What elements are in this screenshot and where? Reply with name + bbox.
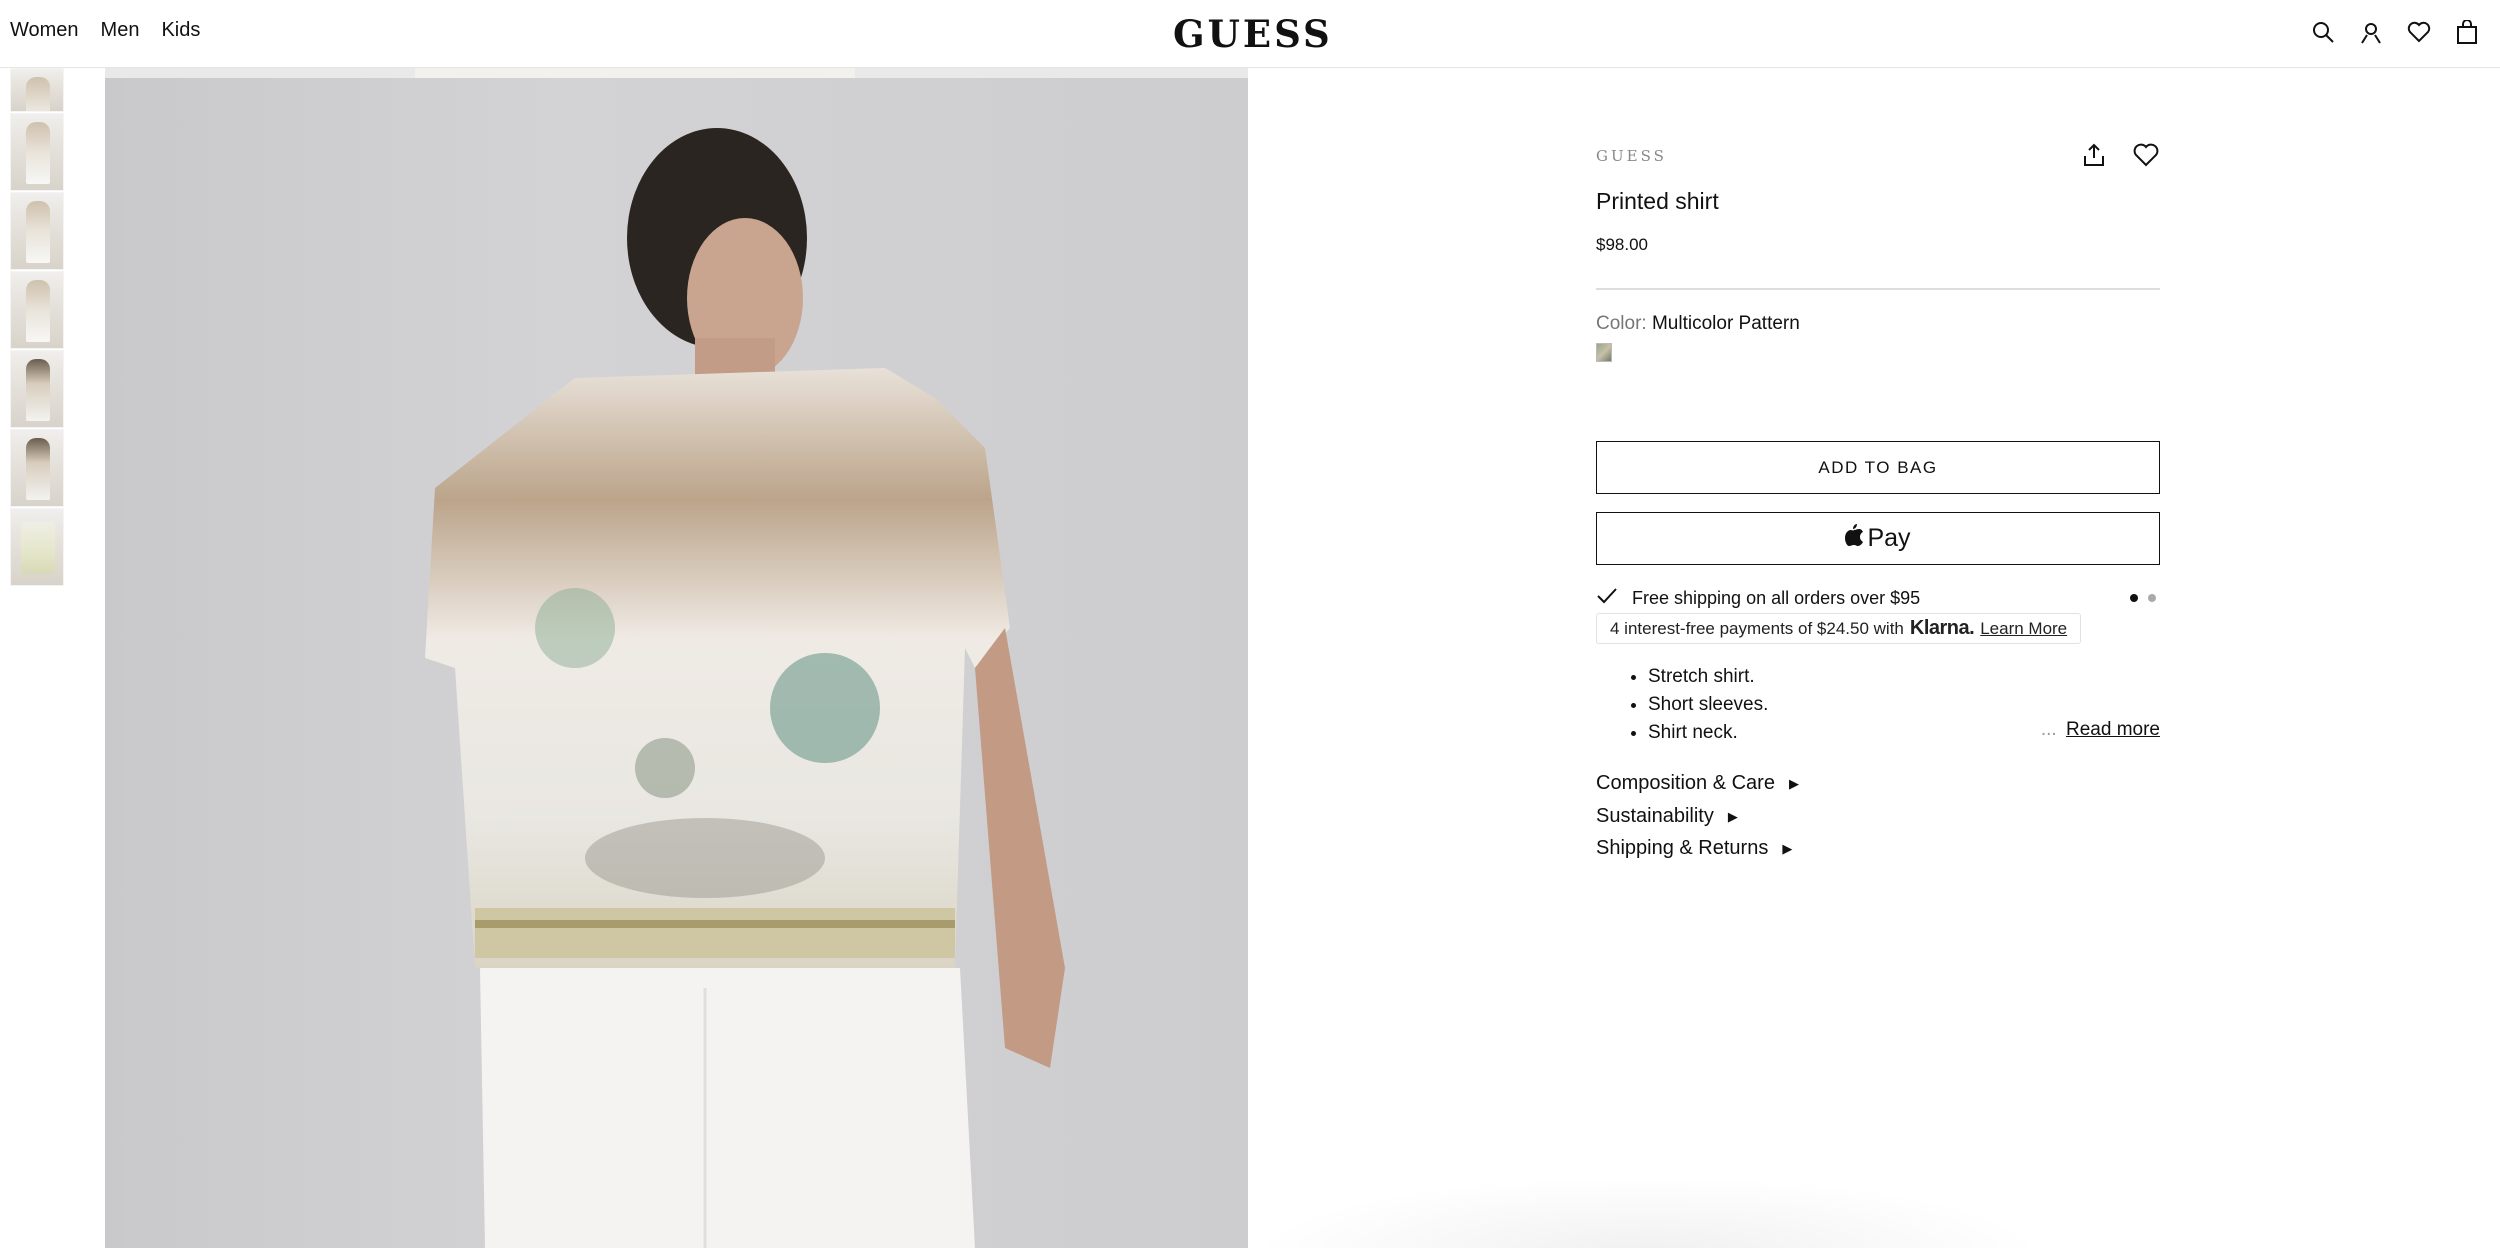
- thumbnail-5[interactable]: [10, 350, 64, 428]
- add-to-bag-button[interactable]: ADD TO BAG: [1596, 441, 2160, 494]
- read-more: ... Read more: [2041, 719, 2160, 741]
- shipping-banner: Free shipping on all orders over $95: [1596, 586, 2160, 610]
- caret-right-icon: ▶: [1727, 808, 1738, 824]
- product-title: Printed shirt: [1596, 188, 1719, 214]
- color-selector-label: Color: Multicolor Pattern: [1596, 313, 1800, 335]
- account-icon[interactable]: [2358, 18, 2384, 46]
- bottom-shadow: [1248, 1175, 2048, 1248]
- bag-icon[interactable]: [2454, 18, 2480, 46]
- wishlist-icon[interactable]: [2406, 18, 2432, 46]
- klarna-learn-more-link[interactable]: Learn More: [1980, 619, 2067, 639]
- caret-right-icon: ▶: [1782, 840, 1793, 856]
- description-item: Stretch shirt.: [1648, 663, 1768, 691]
- guess-logo[interactable]: GUESS: [1173, 12, 1333, 56]
- share-icon[interactable]: [2081, 142, 2109, 170]
- description-item: Short sleeves.: [1648, 691, 1768, 719]
- product-price: $98.00: [1596, 235, 1648, 254]
- accordion-label: Shipping & Returns: [1596, 837, 1769, 859]
- nav-women[interactable]: Women: [10, 19, 79, 42]
- accordion-shipping-returns[interactable]: Shipping & Returns ▶: [1596, 837, 1792, 860]
- caret-right-icon: ▶: [1788, 775, 1799, 791]
- thumbnail-2[interactable]: [10, 113, 64, 191]
- accordion-composition-care[interactable]: Composition & Care ▶: [1596, 772, 1799, 795]
- thumbnail-4[interactable]: [10, 271, 64, 349]
- color-label: Color:: [1596, 313, 1647, 334]
- product-description-list: Stretch shirt. Short sleeves. Shirt neck…: [1648, 663, 1768, 747]
- check-icon: [1596, 587, 1618, 610]
- klarna-text: 4 interest-free payments of $24.50 with: [1610, 618, 1904, 638]
- shipping-text: Free shipping on all orders over $95: [1632, 587, 1921, 608]
- thumbnail-6[interactable]: [10, 429, 64, 507]
- main-nav: Women Men Kids: [10, 19, 200, 42]
- product-brand: GUESS: [1596, 147, 1667, 165]
- read-more-link[interactable]: Read more: [2066, 719, 2160, 740]
- thumbnail-3[interactable]: [10, 192, 64, 270]
- klarna-banner: 4 interest-free payments of $24.50 with …: [1596, 613, 2082, 644]
- site-header: Women Men Kids GUESS: [0, 0, 2500, 68]
- header-icons: [2310, 18, 2480, 46]
- apple-pay-label: Pay: [1867, 524, 1911, 552]
- nav-men[interactable]: Men: [101, 19, 140, 42]
- color-value: Multicolor Pattern: [1651, 313, 1800, 334]
- search-icon[interactable]: [2310, 18, 2336, 46]
- thumbnail-strip: [10, 68, 64, 587]
- accordion-label: Composition & Care: [1596, 772, 1775, 794]
- carousel-dots: [2130, 594, 2156, 602]
- read-more-ellipsis: ...: [2040, 719, 2057, 740]
- carousel-dot[interactable]: [2148, 594, 2156, 602]
- klarna-logo: Klarna.: [1909, 617, 1975, 639]
- thumbnail-1[interactable]: [10, 68, 64, 112]
- add-to-wishlist-icon[interactable]: [2133, 142, 2161, 170]
- accordion-label: Sustainability: [1596, 805, 1714, 827]
- carousel-dot-active[interactable]: [2130, 594, 2138, 602]
- apple-icon: [1845, 524, 1864, 553]
- color-swatch[interactable]: [1596, 343, 1612, 362]
- thumbnail-7[interactable]: [10, 508, 64, 586]
- description-item: Shirt neck.: [1648, 719, 1768, 747]
- nav-kids[interactable]: Kids: [161, 19, 200, 42]
- main-product-image[interactable]: [105, 68, 1248, 1248]
- divider: [1596, 288, 2160, 290]
- accordion-sustainability[interactable]: Sustainability ▶: [1596, 805, 1738, 828]
- apple-pay-button[interactable]: Pay: [1596, 512, 2160, 565]
